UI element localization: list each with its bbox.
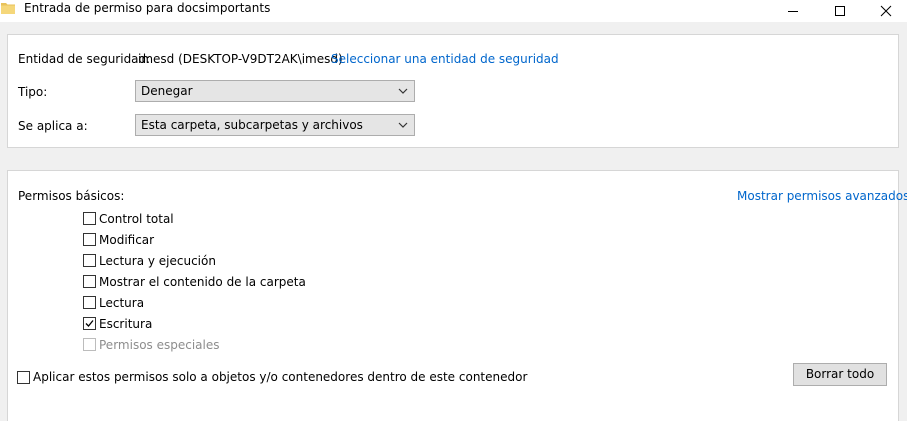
minimize-icon: [788, 11, 798, 12]
principal-value: imesd (DESKTOP-V9DT2AK\imesd): [138, 52, 343, 66]
apply-only-option[interactable]: Aplicar estos permisos solo a objetos y/…: [17, 370, 527, 384]
permission-special: Permisos especiales: [83, 337, 220, 352]
maximize-icon: [835, 6, 845, 16]
select-principal-link[interactable]: Seleccionar una entidad de seguridad: [331, 52, 559, 66]
checkbox[interactable]: [83, 233, 96, 246]
permission-label: Mostrar el contenido de la carpeta: [99, 274, 306, 289]
permission-label: Modificar: [99, 232, 155, 247]
permission-list-folder[interactable]: Mostrar el contenido de la carpeta: [83, 274, 306, 289]
checkbox-checked[interactable]: [83, 317, 96, 330]
clear-all-button[interactable]: Borrar todo: [793, 363, 887, 386]
checkbox-disabled: [83, 338, 96, 351]
type-select[interactable]: Denegar: [135, 80, 415, 102]
principal-panel: Entidad de seguridad: imesd (DESKTOP-V9D…: [7, 34, 899, 148]
close-button[interactable]: [863, 0, 907, 22]
permissions-panel: Permisos básicos: Mostrar permisos avanz…: [7, 170, 907, 421]
permission-label: Escritura: [99, 316, 153, 331]
permission-read-execute[interactable]: Lectura y ejecución: [83, 253, 216, 268]
chevron-down-icon: [398, 88, 408, 94]
permission-modify[interactable]: Modificar: [83, 232, 154, 247]
close-icon: [880, 5, 892, 17]
applies-to-label: Se aplica a:: [18, 119, 88, 133]
checkbox[interactable]: [83, 275, 96, 288]
permission-write[interactable]: Escritura: [83, 316, 152, 331]
maximize-button[interactable]: [817, 0, 863, 22]
show-advanced-permissions-link[interactable]: Mostrar permisos avanzados: [737, 189, 907, 203]
type-select-value: Denegar: [141, 84, 193, 98]
checkbox[interactable]: [83, 254, 96, 267]
principal-label: Entidad de seguridad:: [18, 52, 151, 66]
basic-permissions-label: Permisos básicos:: [18, 189, 125, 203]
permission-label: Permisos especiales: [99, 337, 220, 352]
apply-only-label: Aplicar estos permisos solo a objetos y/…: [33, 370, 528, 384]
permission-read[interactable]: Lectura: [83, 295, 144, 310]
checkbox[interactable]: [83, 212, 96, 225]
chevron-down-icon: [398, 122, 408, 128]
applies-to-select-value: Esta carpeta, subcarpetas y archivos: [141, 118, 363, 132]
window-title: Entrada de permiso para docsimportants: [24, 1, 271, 15]
folder-icon: [1, 1, 15, 15]
permission-label: Lectura: [99, 295, 145, 310]
permission-label: Control total: [99, 211, 174, 226]
minimize-button[interactable]: [770, 0, 816, 22]
applies-to-select[interactable]: Esta carpeta, subcarpetas y archivos: [135, 114, 415, 136]
title-bar: Entrada de permiso para docsimportants: [0, 0, 907, 22]
type-label: Tipo:: [18, 85, 48, 99]
checkmark-icon: [85, 320, 94, 327]
checkbox[interactable]: [83, 296, 96, 309]
checkbox[interactable]: [17, 370, 30, 384]
permission-full-control[interactable]: Control total: [83, 211, 174, 226]
permission-label: Lectura y ejecución: [99, 253, 216, 268]
